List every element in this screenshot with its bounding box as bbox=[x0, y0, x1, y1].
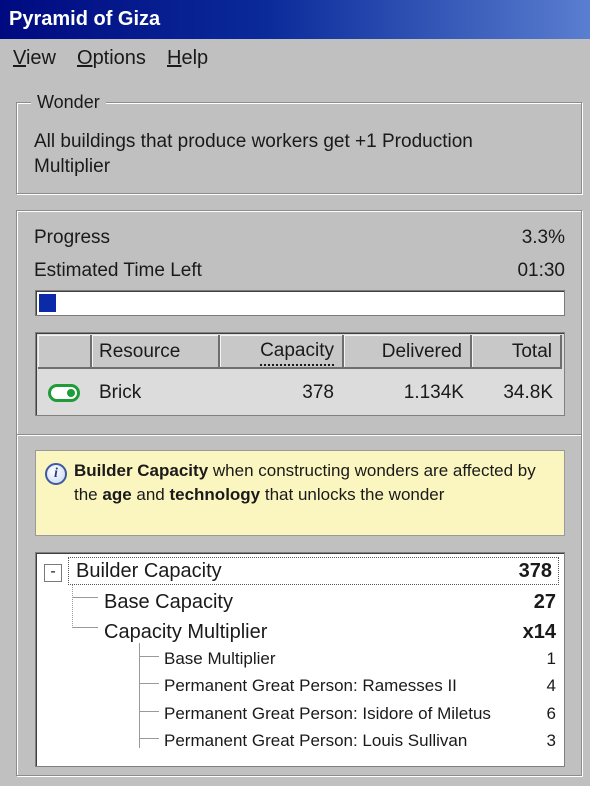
resource-enabled-toggle[interactable] bbox=[48, 384, 80, 402]
builder-capacity-value: 378 bbox=[518, 560, 552, 582]
info-text: Builder Capacity when constructing wonde… bbox=[74, 461, 536, 504]
time-left-value: 01:30 bbox=[517, 260, 565, 281]
builder-capacity-label: Builder Capacity bbox=[76, 560, 222, 582]
time-left-label: Estimated Time Left bbox=[34, 260, 202, 281]
header-toggle-column[interactable] bbox=[38, 335, 92, 369]
tree-child-value: 4 bbox=[546, 676, 556, 695]
tree-connector bbox=[72, 597, 98, 598]
info-callout: i Builder Capacity when constructing won… bbox=[35, 450, 565, 536]
tree-child-label: Base Multiplier bbox=[164, 649, 276, 668]
info-icon: i bbox=[45, 463, 67, 485]
menu-help[interactable]: Help bbox=[167, 39, 208, 77]
resource-total: 34.8K bbox=[503, 382, 553, 403]
header-delivered[interactable]: Delivered bbox=[344, 335, 472, 369]
toggle-knob bbox=[67, 389, 75, 397]
resource-name: Brick bbox=[99, 382, 142, 403]
menu-options[interactable]: Options bbox=[77, 39, 146, 77]
resource-delivered: 1.134K bbox=[403, 382, 464, 403]
capacity-multiplier-label: Capacity Multiplier bbox=[104, 621, 268, 643]
construction-panel: Progress 3.3% Estimated Time Left 01:30 … bbox=[16, 210, 582, 776]
header-total[interactable]: Total bbox=[472, 335, 562, 369]
progress-bar bbox=[35, 290, 565, 316]
tree-child-value: 6 bbox=[546, 704, 556, 723]
resource-table: Resource Capacity Delivered Total Brick … bbox=[35, 332, 565, 416]
tree-connector bbox=[72, 585, 73, 628]
menu-view[interactable]: View bbox=[13, 39, 56, 77]
tree-child-value: 3 bbox=[546, 731, 556, 750]
wonder-legend: Wonder bbox=[31, 92, 106, 112]
base-capacity-value: 27 bbox=[533, 591, 556, 613]
progress-label: Progress bbox=[34, 227, 111, 248]
header-capacity[interactable]: Capacity bbox=[220, 335, 344, 369]
progress-bar-fill bbox=[39, 294, 56, 312]
wonder-groupbox: Wonder All buildings that produce worker… bbox=[16, 92, 582, 194]
resource-capacity: 378 bbox=[302, 382, 334, 403]
tree-connector bbox=[72, 627, 98, 628]
tree-child-label: Permanent Great Person: Ramesses II bbox=[164, 676, 457, 695]
tree-collapse-toggle[interactable]: - bbox=[44, 564, 62, 582]
capacity-multiplier-value: x14 bbox=[522, 621, 556, 643]
base-capacity-label: Base Capacity bbox=[104, 591, 233, 613]
tree-root-row[interactable]: Builder Capacity 378 bbox=[68, 557, 559, 585]
capacity-tree: - Builder Capacity 378 Base Capacity 27 … bbox=[35, 552, 565, 767]
title-bar: Pyramid of Giza bbox=[0, 0, 590, 39]
wonder-description: All buildings that produce workers get +… bbox=[34, 131, 473, 177]
tree-connector bbox=[139, 643, 140, 748]
menu-bar: View Options Help bbox=[0, 39, 590, 77]
progress-value: 3.3% bbox=[521, 227, 565, 248]
tree-child-label: Permanent Great Person: Isidore of Milet… bbox=[164, 704, 491, 723]
section-divider bbox=[17, 434, 581, 436]
tree-connector bbox=[139, 711, 159, 712]
tree-child-value: 1 bbox=[546, 649, 556, 668]
tree-child-label: Permanent Great Person: Louis Sullivan bbox=[164, 731, 468, 750]
tree-connector bbox=[139, 738, 159, 739]
header-resource[interactable]: Resource bbox=[92, 335, 220, 369]
tree-connector bbox=[139, 683, 159, 684]
window-title: Pyramid of Giza bbox=[9, 8, 161, 30]
tree-connector bbox=[139, 656, 159, 657]
